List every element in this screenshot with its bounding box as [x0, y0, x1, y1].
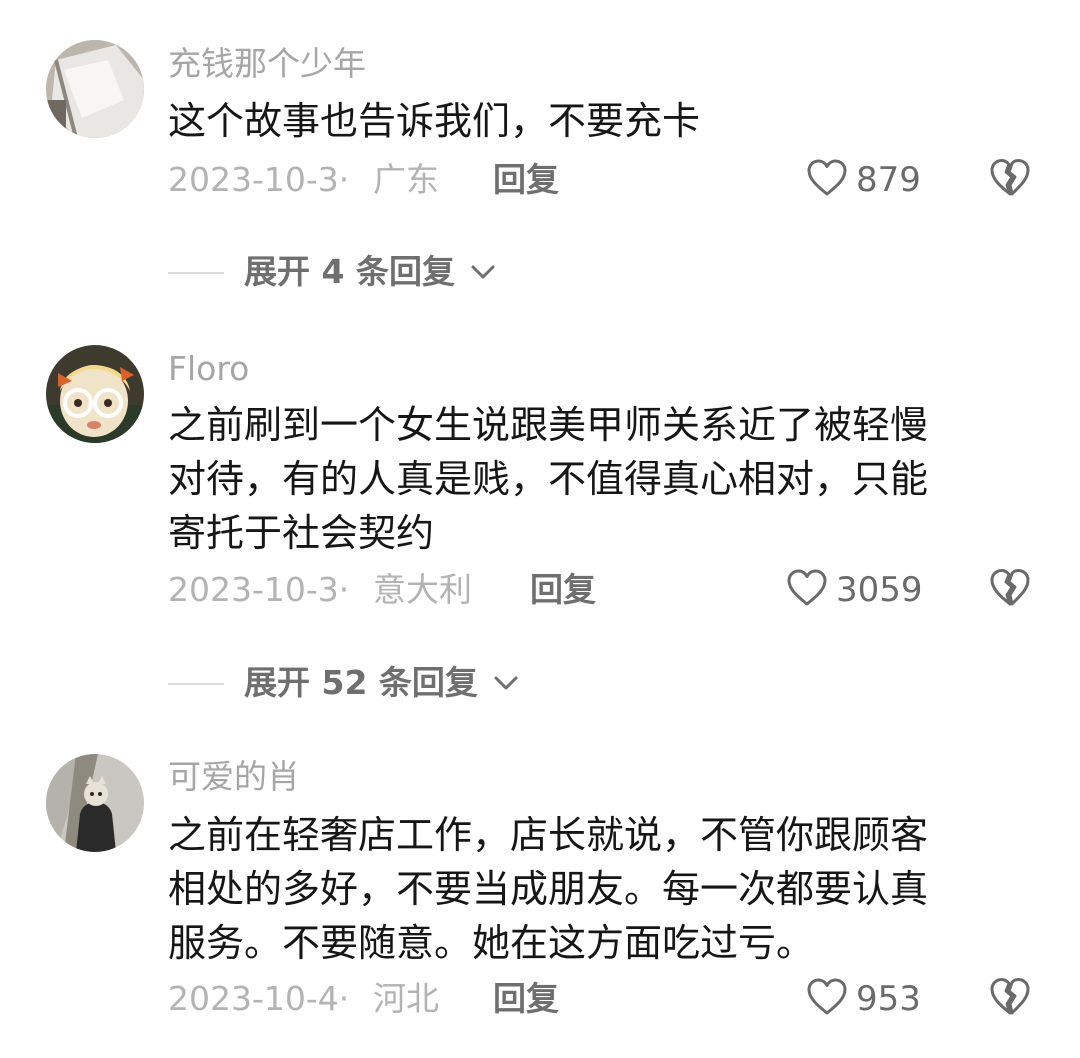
expand-divider	[168, 272, 224, 274]
comment-username[interactable]: Floro	[168, 349, 249, 389]
avatar[interactable]	[46, 345, 144, 443]
broken-heart-icon	[990, 569, 1030, 606]
comment-text: 之前在轻奢店工作，店长就说，不管你跟顾客 相处的多好，不要当成朋友。每一次都要认…	[168, 808, 1018, 970]
expand-replies-button[interactable]: 展开 52 条回复	[168, 661, 588, 705]
chevron-down-icon	[471, 265, 495, 278]
heart-outline-icon	[807, 978, 847, 1015]
comment-meta: 2023-10-4· 河北 回复 953	[168, 973, 1038, 1023]
comment-location: 意大利	[373, 570, 472, 609]
expand-divider	[168, 683, 224, 685]
heart-outline-icon	[807, 159, 847, 196]
avatar[interactable]	[46, 40, 144, 138]
comment-meta: 2023-10-3· 意大利 回复 3059	[168, 564, 1038, 614]
comment-username[interactable]: 充钱那个少年	[168, 44, 366, 84]
comment-text-line: 相处的多好，不要当成朋友。每一次都要认真	[168, 867, 929, 911]
dislike-button[interactable]	[988, 975, 1032, 1019]
comment-location: 广东	[373, 160, 439, 199]
dislike-button[interactable]	[988, 156, 1032, 200]
expand-replies-button[interactable]: 展开 4 条回复	[168, 250, 588, 294]
expand-replies-label: 展开 4 条回复	[244, 252, 455, 291]
comment-meta: 2023-10-3· 广东 回复 879	[168, 154, 1038, 204]
comment-text: 之前刷到一个女生说跟美甲师关系近了被轻慢 对待，有的人真是贱，不值得真心相对，只…	[168, 398, 1018, 560]
like-count: 953	[856, 979, 921, 1019]
chevron-down-icon	[494, 676, 518, 689]
comment-text-line: 寄托于社会契约	[168, 511, 435, 555]
comment-date: 2023-10-3·	[168, 570, 350, 609]
comment-date: 2023-10-3·	[168, 160, 350, 199]
dislike-button[interactable]	[988, 566, 1032, 610]
comment-location: 河北	[373, 979, 439, 1018]
comment-username[interactable]: 可爱的肖	[168, 757, 300, 797]
comment-text-line: 服务。不要随意。她在这方面吃过亏。	[168, 921, 815, 965]
comment-text-line: 之前刷到一个女生说跟美甲师关系近了被轻慢	[168, 403, 929, 447]
heart-outline-icon	[787, 569, 827, 606]
expand-replies-label: 展开 52 条回复	[244, 663, 478, 702]
comment-text-line: 这个故事也告诉我们，不要充卡	[168, 99, 701, 143]
broken-heart-icon	[990, 159, 1030, 196]
comment-date: 2023-10-4·	[168, 979, 350, 1018]
comment-text-line: 对待，有的人真是贱，不值得真心相对，只能	[168, 457, 929, 501]
comment-text-line: 之前在轻奢店工作，店长就说，不管你跟顾客	[168, 813, 929, 857]
like-count: 3059	[836, 570, 923, 610]
reply-button[interactable]: 回复	[530, 570, 596, 610]
like-count: 879	[856, 160, 921, 200]
broken-heart-icon	[990, 978, 1030, 1015]
reply-button[interactable]: 回复	[493, 160, 559, 200]
reply-button[interactable]: 回复	[493, 979, 559, 1019]
avatar[interactable]	[46, 754, 144, 852]
comment-text: 这个故事也告诉我们，不要充卡	[168, 94, 1018, 148]
